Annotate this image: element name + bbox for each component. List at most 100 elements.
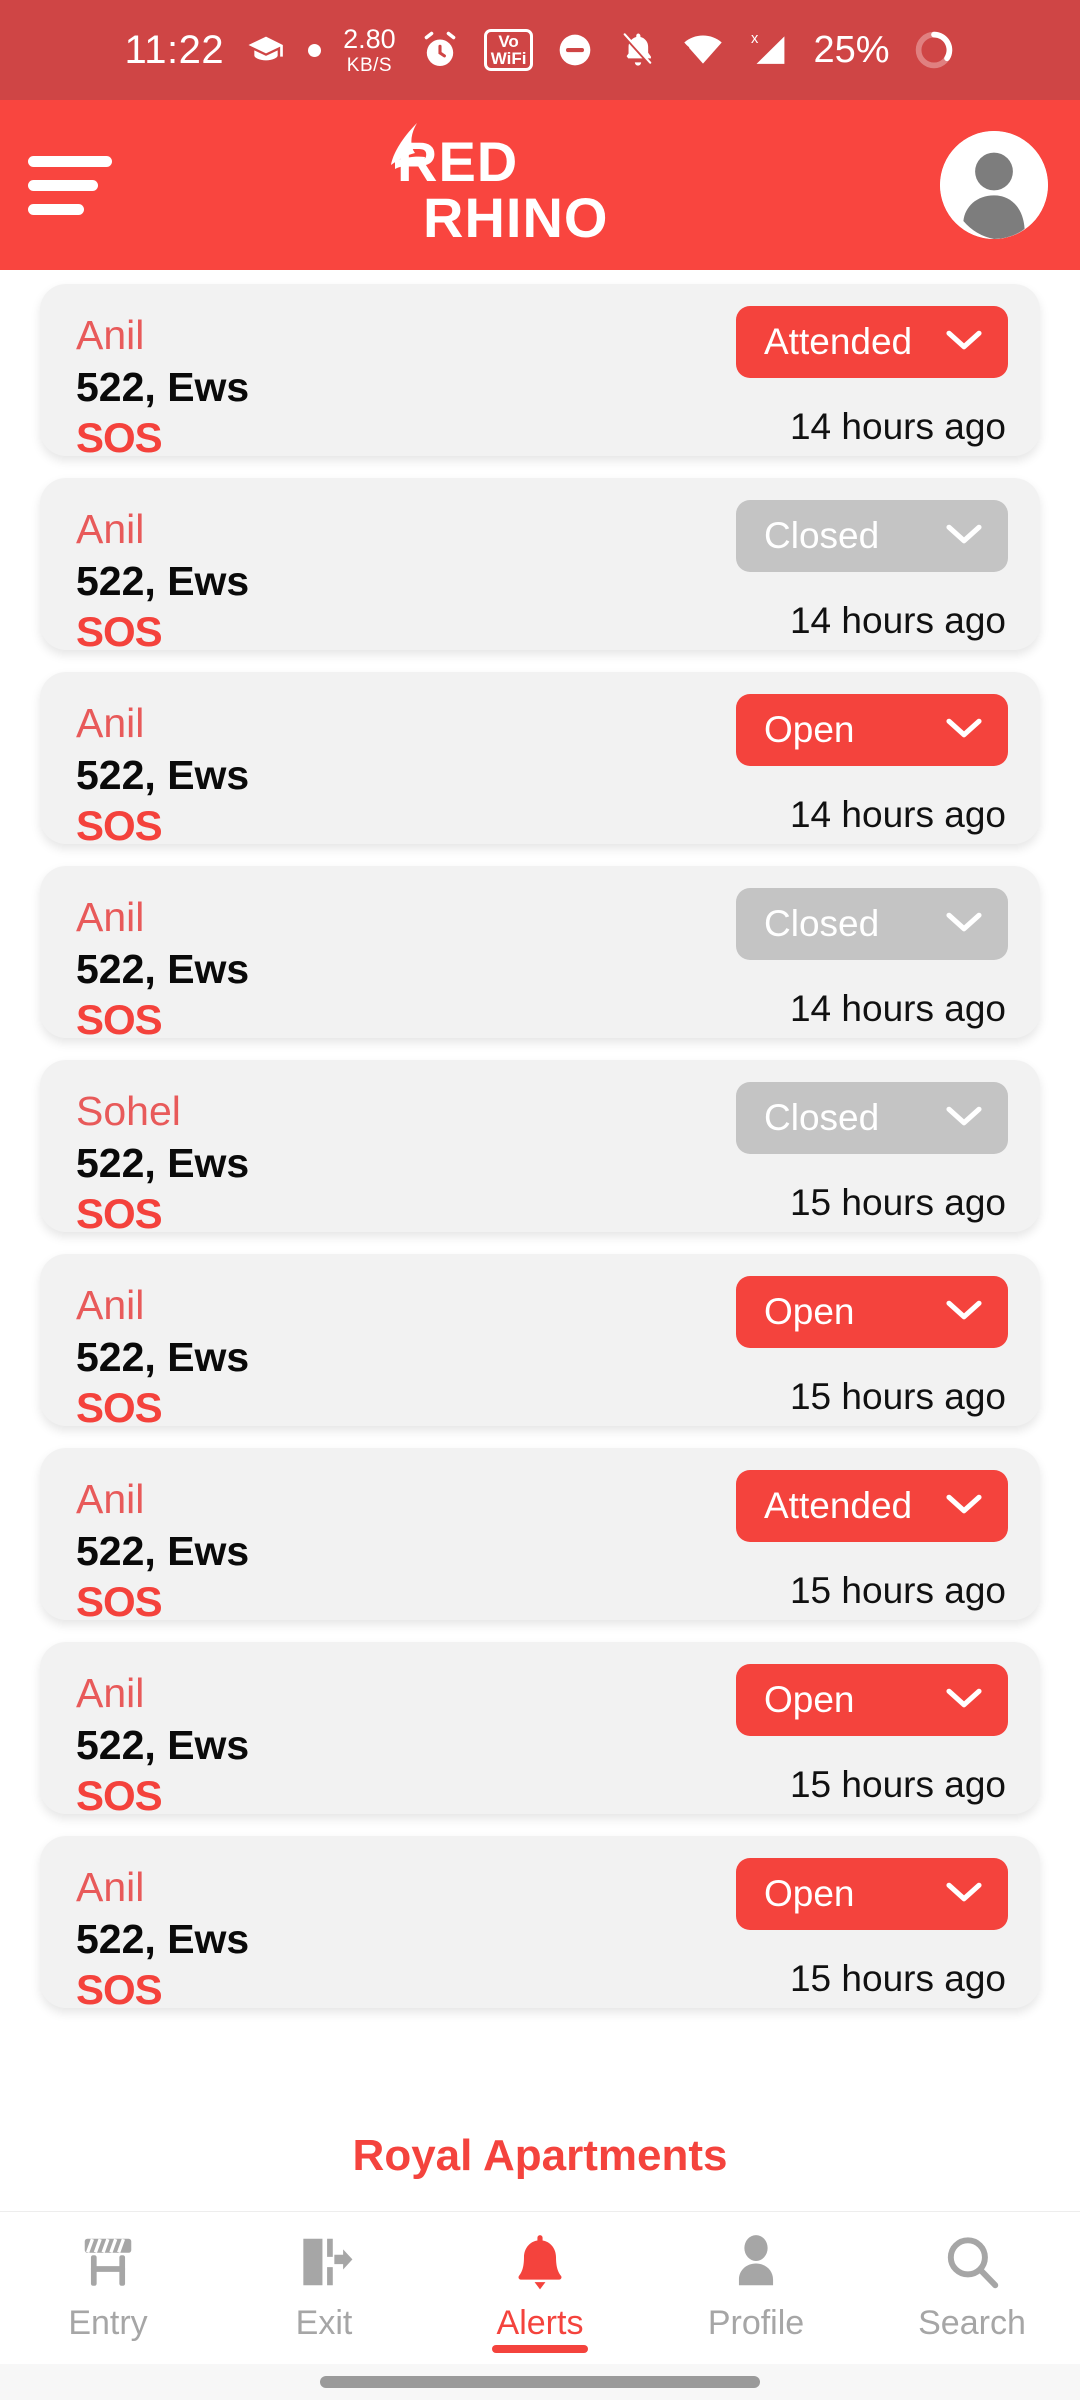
battery-icon [912,28,956,72]
alert-status-label: Open [764,1873,855,1914]
alert-type-label: SOS [76,1772,163,1819]
exit-door-icon [293,2226,355,2298]
gesture-pill[interactable] [320,2376,760,2388]
alert-status-dropdown[interactable]: Attended [736,306,1008,378]
alert-status-dropdown[interactable]: Closed [736,888,1008,960]
user-avatar-icon[interactable] [940,131,1048,239]
alert-status-label: Closed [764,903,880,944]
vowifi-icon: Vo WiFi [483,29,534,71]
alert-status-dropdown[interactable]: Closed [736,500,1008,572]
network-speed-unit: KB/S [346,54,393,76]
hamburger-line-1 [28,155,112,167]
dot-icon [308,43,322,57]
alerts-list[interactable]: Anil 522, Ews SOS Attended 14 hours ago Anil 5… [0,270,1080,2100]
footer: Royal Apartments Entry Exit Alerts Profi… [0,2100,1080,2400]
do-not-disturb-icon [555,30,595,70]
alert-status-dropdown[interactable]: Open [736,1664,1008,1736]
person-icon [725,2226,787,2298]
logo-text-rhino: RHINO [423,186,608,249]
alert-status-label: Closed [764,1097,880,1138]
nav-label-entry: Entry [68,2304,148,2342]
alert-card[interactable]: Anil 522, Ews SOS Closed 14 hours ago [40,866,1040,1043]
alert-status-label: Open [764,1679,855,1720]
gesture-navigation-bar [0,2364,1080,2400]
alert-card[interactable]: Anil 522, Ews SOS Attended 14 hours ago [40,284,1040,461]
nav-label-alerts: Alerts [496,2304,584,2342]
svg-text:x: x [751,31,759,47]
alert-flat-number: 522, Ews [76,1722,250,1768]
chevron-down-icon [946,329,982,356]
alert-timestamp: 15 hours ago [789,1570,1006,1611]
magnifier-icon [941,2226,1003,2298]
signal-no-service-icon: x [747,28,791,72]
chevron-down-icon [946,1687,982,1714]
nav-item-entry[interactable]: Entry [0,2226,216,2343]
alert-resident-name: Anil [76,1670,145,1716]
alert-status-label: Attended [764,1485,913,1526]
alert-status-dropdown[interactable]: Closed [736,1082,1008,1154]
alert-card[interactable]: Anil 522, Ews SOS Closed 14 hours ago [40,478,1040,655]
bell-muted-icon [617,29,659,71]
alert-timestamp: 15 hours ago [789,1764,1006,1805]
app-header: RED RHINO [0,100,1080,270]
alert-status-label: Attended [764,321,913,362]
alert-flat-number: 522, Ews [76,752,250,798]
alert-flat-number: 522, Ews [76,1140,250,1186]
nav-label-profile: Profile [707,2304,805,2342]
alert-status-label: Open [764,709,855,750]
chevron-down-icon [946,1881,982,1908]
alert-resident-name: Anil [76,1476,145,1522]
chevron-down-icon [946,1299,982,1326]
network-speed-value: 2.80 [343,23,396,54]
alert-status-dropdown[interactable]: Attended [736,1470,1008,1542]
alert-card[interactable]: Anil 522, Ews SOS Open 15 hours ago [40,1254,1040,1431]
alert-type-label: SOS [76,1578,163,1625]
alert-type-label: SOS [76,608,163,655]
chevron-down-icon [946,717,982,744]
vowifi-line-1: Vo [498,32,519,51]
alert-type-label: SOS [76,1384,163,1431]
battery-percent-label: 25% [813,28,890,71]
alert-timestamp: 15 hours ago [789,1182,1006,1223]
alert-type-label: SOS [76,1190,163,1237]
nav-item-alerts[interactable]: Alerts [432,2226,648,2353]
alert-timestamp: 15 hours ago [789,1376,1006,1417]
alarm-icon [418,28,462,72]
alert-card[interactable]: Anil 522, Ews SOS Attended 15 hours ago [40,1448,1040,1625]
alert-status-dropdown[interactable]: Open [736,694,1008,766]
status-bar: 11:22 2.80 KB/S Vo WiFi x 25% [0,0,1080,100]
property-name-label: Royal Apartments [0,2100,1080,2212]
alert-timestamp: 14 hours ago [789,406,1006,447]
logo-text-red: RED [397,130,518,193]
alert-status-dropdown[interactable]: Open [736,1276,1008,1348]
alert-type-label: SOS [76,1966,163,2013]
alert-card[interactable]: Anil 522, Ews SOS Open 14 hours ago [40,672,1040,849]
alert-timestamp: 14 hours ago [789,794,1006,835]
alert-resident-name: Anil [76,1282,145,1328]
alert-card[interactable]: Sohel 522, Ews SOS Closed 15 hours ago [40,1060,1040,1237]
alert-type-label: SOS [76,802,163,849]
alert-flat-number: 522, Ews [76,558,250,604]
alert-status-dropdown[interactable]: Open [736,1858,1008,1930]
alert-flat-number: 522, Ews [76,946,250,992]
chevron-down-icon [946,911,982,938]
nav-item-exit[interactable]: Exit [216,2226,432,2343]
bell-icon [509,2226,571,2298]
alert-card[interactable]: Anil 522, Ews SOS Open 15 hours ago [40,1836,1040,2013]
alert-timestamp: 15 hours ago [789,1958,1006,1999]
alert-type-label: SOS [76,414,163,461]
alert-flat-number: 522, Ews [76,1334,250,1380]
alert-flat-number: 522, Ews [76,1528,250,1574]
graduation-cap-icon [246,30,286,70]
alert-card[interactable]: Anil 522, Ews SOS Open 15 hours ago [40,1642,1040,1819]
alert-resident-name: Anil [76,1864,145,1910]
nav-label-exit: Exit [295,2304,353,2342]
nav-item-search[interactable]: Search [864,2226,1080,2343]
bottom-navigation[interactable]: Entry Exit Alerts Profile Search [0,2212,1080,2364]
vowifi-line-2: WiFi [490,49,527,68]
alert-resident-name: Anil [76,700,145,746]
wifi-icon [681,28,725,72]
alert-resident-name: Anil [76,506,145,552]
alert-timestamp: 14 hours ago [789,600,1006,641]
nav-item-profile[interactable]: Profile [648,2226,864,2343]
